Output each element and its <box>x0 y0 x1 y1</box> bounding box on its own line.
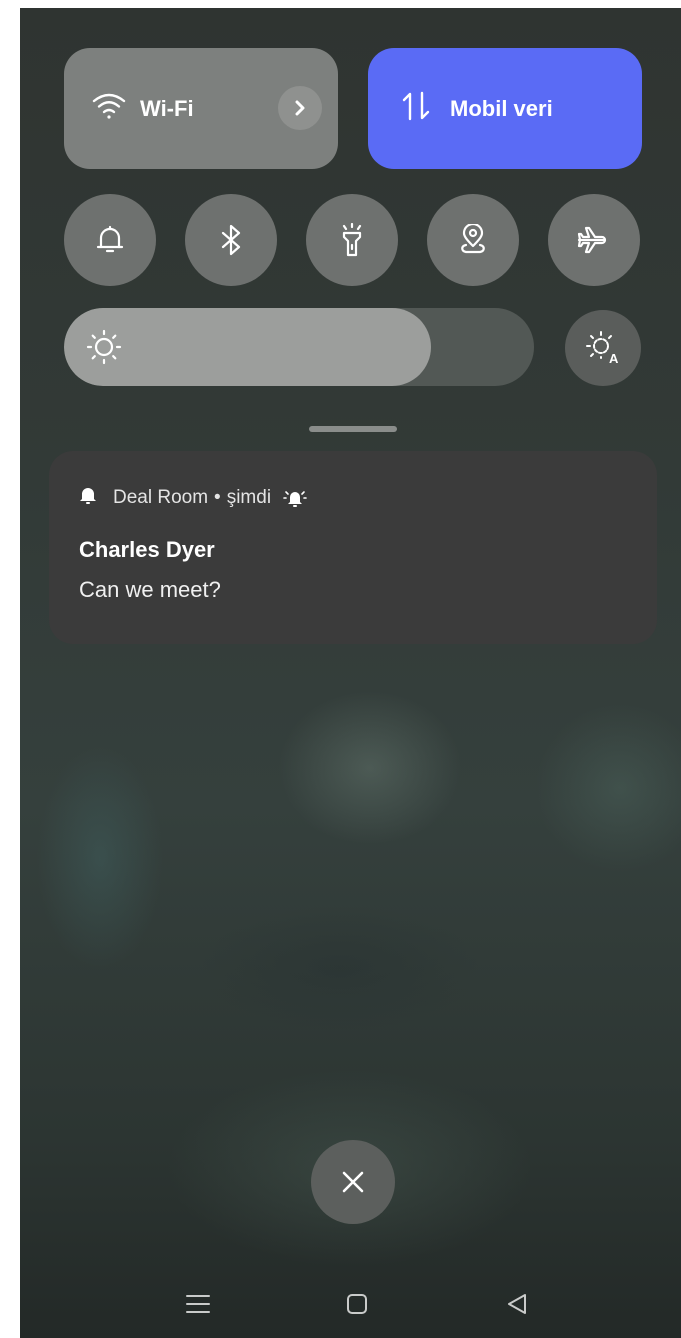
bluetooth-icon <box>221 224 241 256</box>
mobile-data-tile[interactable]: Mobil veri <box>368 48 642 169</box>
menu-icon <box>186 1295 210 1313</box>
home-icon <box>347 1294 367 1314</box>
back-icon <box>508 1294 526 1314</box>
menu-button[interactable] <box>178 1288 218 1320</box>
notification-app-name: Deal Room <box>113 487 209 508</box>
home-button[interactable] <box>337 1288 377 1320</box>
location-toggle[interactable] <box>427 194 519 286</box>
auto-brightness-icon: A <box>586 331 619 366</box>
wifi-icon <box>92 92 126 125</box>
sun-icon <box>86 329 122 370</box>
notification-time: şimdi <box>226 487 272 508</box>
alert-bell-icon <box>283 488 307 508</box>
bell-icon <box>96 225 124 253</box>
auto-brightness-button[interactable]: A <box>565 310 641 386</box>
drag-handle[interactable] <box>309 426 397 432</box>
back-button[interactable] <box>497 1288 537 1320</box>
airplane-toggle[interactable] <box>548 194 640 286</box>
notification-card[interactable]: Deal Room • şimdi Charles Dyer Can we me… <box>49 451 657 644</box>
brightness-slider[interactable] <box>64 308 534 386</box>
bluetooth-toggle[interactable] <box>185 194 277 286</box>
bell-icon <box>79 485 97 511</box>
notification-title: Charles Dyer <box>79 537 215 562</box>
wifi-label: Wi-Fi <box>140 95 194 121</box>
mobile-data-label: Mobil veri <box>450 95 553 121</box>
svg-text:A: A <box>609 351 619 366</box>
wifi-tile[interactable]: Wi-Fi <box>64 48 338 169</box>
dismiss-all-button[interactable] <box>311 1140 395 1224</box>
notification-header: Deal Room • şimdi <box>79 485 627 511</box>
location-icon <box>461 224 485 254</box>
flashlight-icon <box>342 223 362 257</box>
wifi-expand-button[interactable] <box>278 86 322 130</box>
data-arrows-icon <box>402 91 430 126</box>
chevron-right-icon <box>295 100 305 116</box>
notification-shade: Wi-Fi Mobil veri A Deal Room • şimdi Cha… <box>20 8 681 1338</box>
separator-dot: • <box>214 487 221 508</box>
airplane-icon <box>577 226 607 254</box>
flashlight-toggle[interactable] <box>306 194 398 286</box>
sound-toggle[interactable] <box>64 194 156 286</box>
close-icon <box>342 1171 364 1193</box>
notification-body: Can we meet? <box>79 577 221 602</box>
